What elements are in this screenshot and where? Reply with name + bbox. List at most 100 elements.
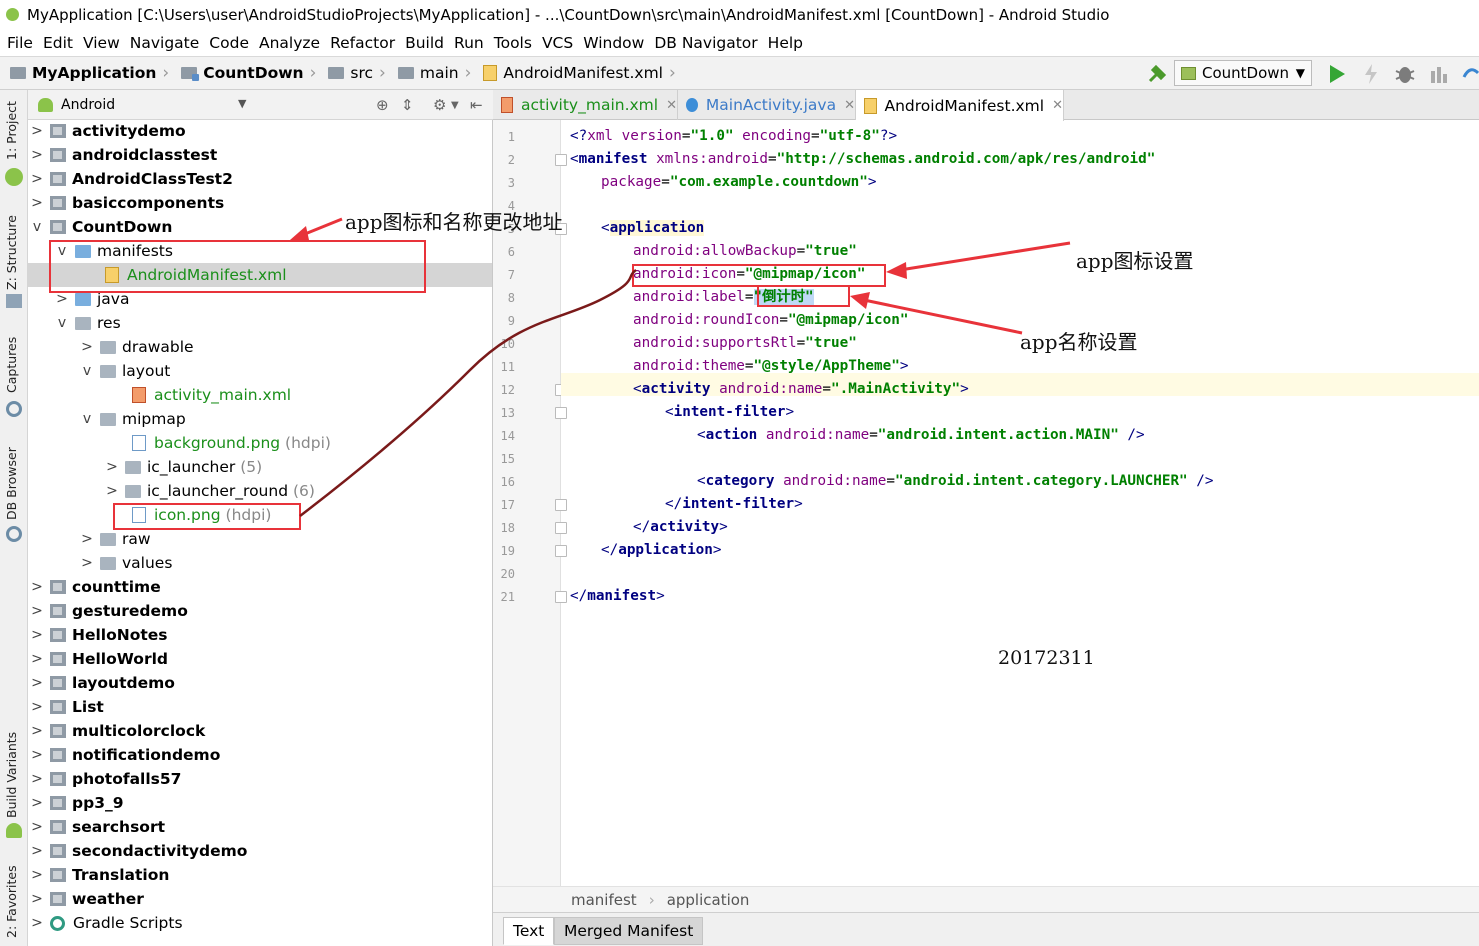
code-line-21[interactable]: </manifest> <box>570 585 665 607</box>
chevron-right-icon[interactable]: > <box>30 771 44 787</box>
chevron-down-icon[interactable]: v <box>80 411 94 427</box>
chevron-right-icon[interactable]: > <box>80 339 94 355</box>
chevron-right-icon[interactable]: > <box>80 555 94 571</box>
collapse-all-icon[interactable]: ⇕ <box>401 96 414 114</box>
run-icon[interactable] <box>1326 63 1348 85</box>
code-line-11[interactable]: android:theme="@style/AppTheme"> <box>633 355 908 377</box>
attach-debugger-icon[interactable] <box>1462 63 1479 85</box>
tree-item-gesturedemo[interactable]: > gesturedemo <box>30 599 188 623</box>
tree-item-activitydemo[interactable]: > activitydemo <box>30 119 186 143</box>
menu-run[interactable]: Run <box>449 34 489 52</box>
profile-icon[interactable] <box>1428 63 1450 85</box>
tool-tab-captures[interactable]: Captures <box>4 337 19 393</box>
chevron-right-icon[interactable]: > <box>105 483 119 499</box>
breadcrumb-project[interactable]: MyApplication › <box>10 63 177 83</box>
tree-item-multicolorclock[interactable]: > multicolorclock <box>30 719 205 743</box>
chevron-right-icon[interactable]: > <box>30 603 44 619</box>
code-line-6[interactable]: android:allowBackup="true" <box>633 240 857 262</box>
tree-item-activity-main-xml[interactable]: activity_main.xml <box>132 383 291 407</box>
fold-marker[interactable] <box>555 499 567 511</box>
tree-item-translation[interactable]: > Translation <box>30 863 169 887</box>
tree-item-gradle-scripts[interactable]: > Gradle Scripts <box>30 911 182 935</box>
chevron-down-icon[interactable]: v <box>55 315 69 331</box>
code-line-19[interactable]: </application> <box>601 539 722 561</box>
chevron-right-icon[interactable]: > <box>30 891 44 907</box>
code-line-3[interactable]: package="com.example.countdown"> <box>601 171 876 193</box>
menu-file[interactable]: File <box>2 34 38 52</box>
code-line-9[interactable]: android:roundIcon="@mipmap/icon" <box>633 309 908 331</box>
breadcrumb-manifest[interactable]: manifest <box>571 891 637 909</box>
chevron-right-icon[interactable]: > <box>30 579 44 595</box>
fold-marker[interactable] <box>555 154 567 166</box>
tab-activity-main-xml[interactable]: activity_main.xml ✕ <box>493 90 678 120</box>
close-icon[interactable]: ✕ <box>666 98 677 113</box>
menu-vcs[interactable]: VCS <box>537 34 578 52</box>
tree-item-counttime[interactable]: > counttime <box>30 575 161 599</box>
code-line-17[interactable]: </intent-filter> <box>665 493 803 515</box>
tool-tab-db-browser[interactable]: DB Browser <box>4 447 19 520</box>
breadcrumb-application[interactable]: application <box>667 891 750 909</box>
tree-item-androidclasstest[interactable]: > androidclasstest <box>30 143 217 167</box>
apply-changes-icon[interactable] <box>1361 63 1381 85</box>
tab-text[interactable]: Text <box>503 917 555 945</box>
code-line-16[interactable]: <category android:name="android.intent.c… <box>697 470 1213 492</box>
tab-merged-manifest[interactable]: Merged Manifest <box>554 917 704 945</box>
settings-gear-icon[interactable]: ⚙ <box>433 96 446 114</box>
fold-marker[interactable] <box>555 591 567 603</box>
chevron-right-icon[interactable]: > <box>30 819 44 835</box>
chevron-right-icon[interactable]: > <box>30 795 44 811</box>
run-configuration-select[interactable]: CountDown ▼ <box>1174 60 1312 86</box>
breadcrumb-module[interactable]: CountDown › <box>181 63 324 83</box>
hide-panel-icon[interactable]: ⇤ <box>470 96 483 114</box>
chevron-right-icon[interactable]: > <box>30 195 44 211</box>
code-line-1[interactable]: <?xml version="1.0" encoding="utf-8"?> <box>570 125 897 147</box>
tree-item-raw[interactable]: > raw <box>80 527 150 551</box>
chevron-right-icon[interactable]: > <box>55 291 69 307</box>
chevron-right-icon[interactable]: > <box>30 147 44 163</box>
tree-item-searchsort[interactable]: > searchsort <box>30 815 165 839</box>
menu-analyze[interactable]: Analyze <box>254 34 325 52</box>
tree-item-helloworld[interactable]: > HelloWorld <box>30 647 168 671</box>
tool-tab-structure[interactable]: Z: Structure <box>4 215 19 290</box>
project-view-mode[interactable]: Android <box>61 97 115 113</box>
chevron-right-icon[interactable]: > <box>105 459 119 475</box>
breadcrumb-main[interactable]: main › <box>397 63 480 83</box>
tree-item-photofalls57[interactable]: > photofalls57 <box>30 767 181 791</box>
chevron-right-icon[interactable]: > <box>30 627 44 643</box>
tree-item-hellonotes[interactable]: > HelloNotes <box>30 623 167 647</box>
tab-mainactivity-java[interactable]: MainActivity.java ✕ <box>678 90 856 120</box>
chevron-down-icon[interactable]: v <box>80 363 94 379</box>
fold-marker[interactable] <box>555 522 567 534</box>
tree-item-values[interactable]: > values <box>80 551 172 575</box>
settings-dropdown-icon[interactable]: ▼ <box>451 100 459 111</box>
menu-build[interactable]: Build <box>400 34 449 52</box>
tree-item-list[interactable]: > List <box>30 695 104 719</box>
tree-item-layout[interactable]: v layout <box>80 359 171 383</box>
menu-refactor[interactable]: Refactor <box>325 34 400 52</box>
close-icon[interactable]: ✕ <box>844 98 855 113</box>
scroll-from-source-icon[interactable]: ⊕ <box>376 96 389 114</box>
tree-item-androidclasstest2[interactable]: > AndroidClassTest2 <box>30 167 233 191</box>
tree-item-ic-launcher-round[interactable]: > ic_launcher_round (6) <box>105 479 315 503</box>
chevron-right-icon[interactable]: > <box>30 747 44 763</box>
tree-item-drawable[interactable]: > drawable <box>80 335 193 359</box>
code-line-18[interactable]: </activity> <box>633 516 728 538</box>
chevron-right-icon[interactable]: > <box>30 723 44 739</box>
menu-db-navigator[interactable]: DB Navigator <box>649 34 762 52</box>
tree-item-background-png[interactable]: background.png (hdpi) <box>132 431 331 455</box>
tool-tab-build-variants[interactable]: Build Variants <box>4 732 19 818</box>
menu-code[interactable]: Code <box>204 34 254 52</box>
chevron-right-icon[interactable]: > <box>30 123 44 139</box>
tree-item-res[interactable]: v res <box>55 311 121 335</box>
tree-item-pp3-9[interactable]: > pp3_9 <box>30 791 123 815</box>
tree-item-weather[interactable]: > weather <box>30 887 144 911</box>
tree-item-countdown[interactable]: v CountDown <box>30 215 173 239</box>
chevron-right-icon[interactable]: > <box>30 651 44 667</box>
tree-item-mipmap[interactable]: v mipmap <box>80 407 186 431</box>
chevron-right-icon[interactable]: > <box>30 843 44 859</box>
menu-tools[interactable]: Tools <box>489 34 537 52</box>
tool-tab-project[interactable]: 1: Project <box>4 101 19 160</box>
chevron-right-icon[interactable]: > <box>30 171 44 187</box>
fold-marker[interactable] <box>555 407 567 419</box>
chevron-right-icon[interactable]: > <box>30 675 44 691</box>
